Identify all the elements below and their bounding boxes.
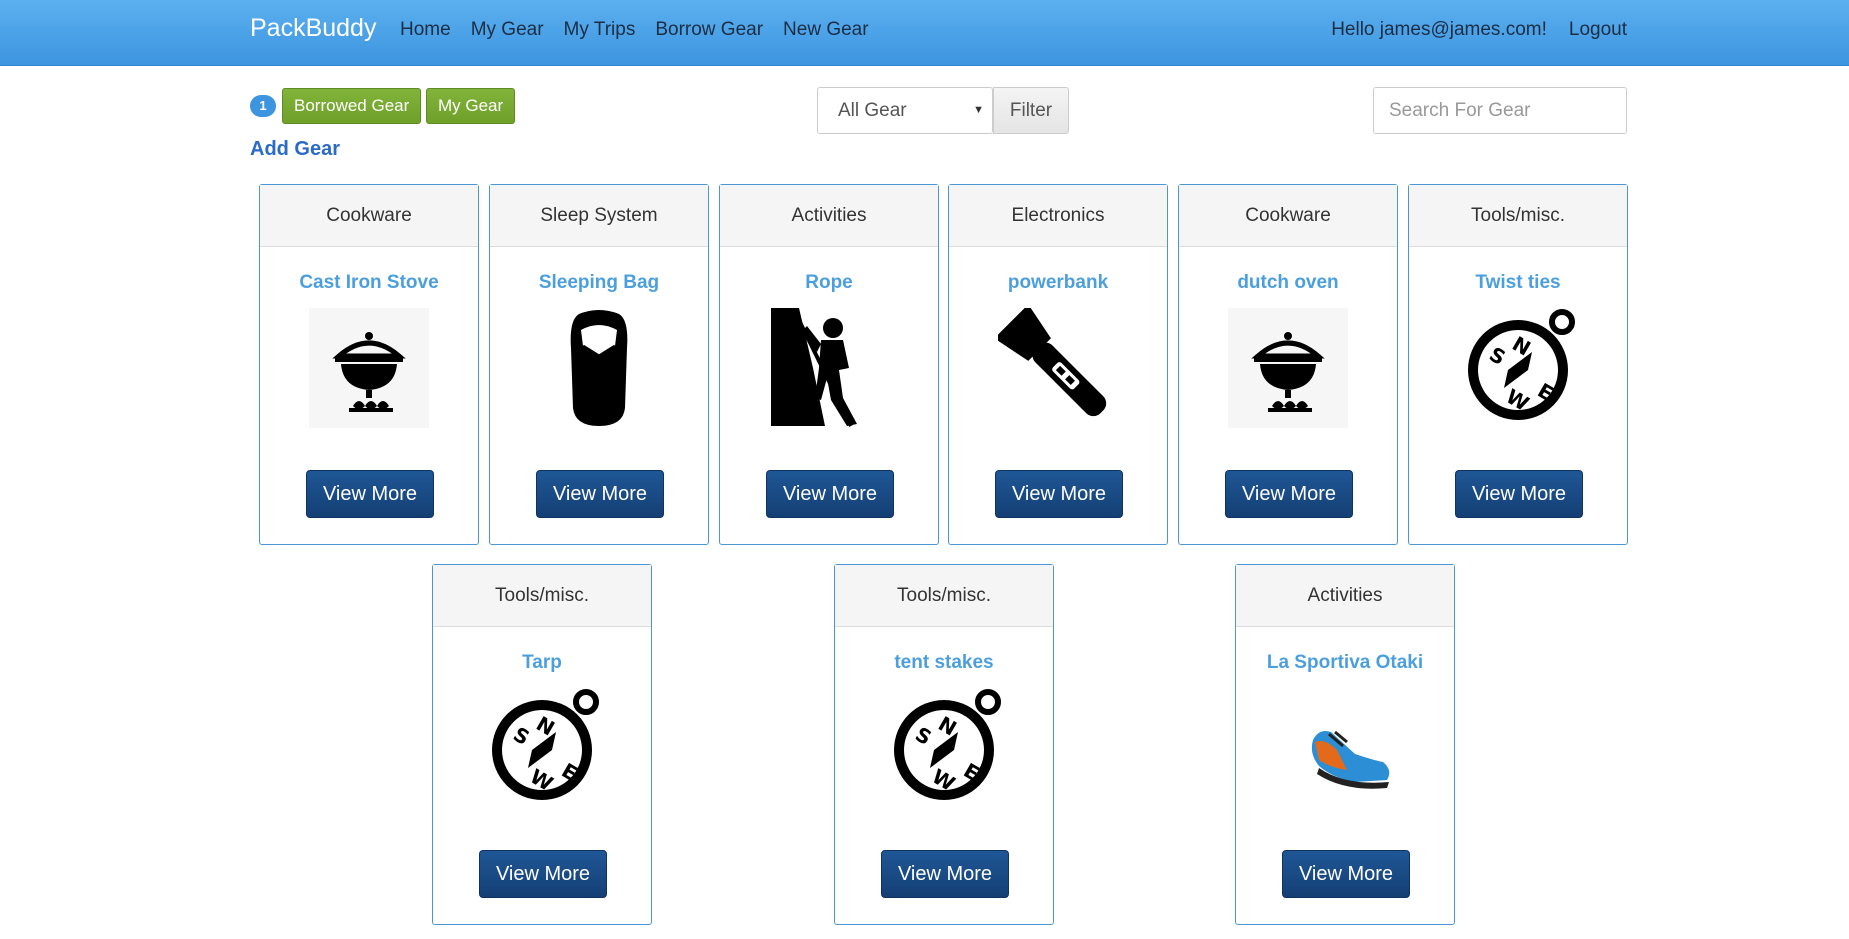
view-more-button[interactable]: View More: [479, 850, 607, 898]
gear-card-title[interactable]: Tarp: [433, 652, 651, 674]
gear-card-category: Tools/misc.: [835, 565, 1053, 627]
nav-my-trips[interactable]: My Trips: [564, 19, 636, 41]
view-more-button[interactable]: View More: [306, 470, 434, 518]
view-more-button[interactable]: View More: [1282, 850, 1410, 898]
gear-card-category: Tools/misc.: [433, 565, 651, 627]
view-more-button[interactable]: View More: [1455, 470, 1583, 518]
my-gear-button[interactable]: My Gear: [426, 88, 516, 124]
category-select-value: All Gear: [838, 100, 907, 121]
gear-card-title[interactable]: Cast Iron Stove: [260, 272, 478, 294]
flashlight-icon: [998, 308, 1118, 428]
gear-card: Tools/misc. tent stakes View More: [834, 564, 1054, 925]
nav-new-gear[interactable]: New Gear: [783, 19, 869, 41]
gear-card-title[interactable]: Twist ties: [1409, 272, 1627, 294]
sleeping-bag-icon: [539, 308, 659, 428]
gear-card: Sleep System Sleeping Bag View More: [489, 184, 709, 545]
nav-home[interactable]: Home: [400, 19, 451, 41]
gear-card-title[interactable]: powerbank: [949, 272, 1167, 294]
gear-card-title[interactable]: tent stakes: [835, 652, 1053, 674]
view-more-button[interactable]: View More: [766, 470, 894, 518]
gear-card-category: Electronics: [949, 185, 1167, 247]
gear-card-title[interactable]: Sleeping Bag: [490, 272, 708, 294]
gear-card: Cookware Cast Iron Stove View More: [259, 184, 479, 545]
gear-card-category: Sleep System: [490, 185, 708, 247]
nav-links: Home My Gear My Trips Borrow Gear New Ge…: [400, 19, 869, 41]
gear-card-category: Activities: [1236, 565, 1454, 627]
gear-card: Tools/misc. Tarp View More: [432, 564, 652, 925]
gear-card-category: Tools/misc.: [1409, 185, 1627, 247]
gear-card-category: Cookware: [1179, 185, 1397, 247]
view-more-button[interactable]: View More: [536, 470, 664, 518]
user-greeting: Hello james@james.com!: [1331, 19, 1547, 40]
gear-card-title[interactable]: dutch oven: [1179, 272, 1397, 294]
compass-icon: [482, 688, 602, 808]
search-input[interactable]: [1373, 87, 1627, 134]
gear-card-title[interactable]: La Sportiva Otaki: [1236, 652, 1454, 674]
view-more-button[interactable]: View More: [995, 470, 1123, 518]
borrowed-gear-button[interactable]: Borrowed Gear: [282, 88, 422, 124]
gear-card: Activities Rope View More: [719, 184, 939, 545]
gear-card-category: Activities: [720, 185, 938, 247]
gear-card: Electronics powerbank View More: [948, 184, 1168, 545]
climbing-shoe-icon: [1285, 688, 1405, 808]
add-gear-link[interactable]: Add Gear: [250, 138, 340, 161]
gear-card-title[interactable]: Rope: [720, 272, 938, 294]
chevron-down-icon: ▼: [973, 104, 984, 116]
nav-my-gear[interactable]: My Gear: [471, 19, 544, 41]
view-more-button[interactable]: View More: [1225, 470, 1353, 518]
logout-link[interactable]: Logout: [1569, 19, 1627, 41]
climber-icon: [769, 308, 889, 428]
compass-icon: [884, 688, 1004, 808]
pot-stove-icon: [309, 308, 429, 428]
gear-card: Tools/misc. Twist ties View More: [1408, 184, 1628, 545]
compass-icon: [1458, 308, 1578, 428]
gear-card: Cookware dutch oven View More: [1178, 184, 1398, 545]
gear-card-category: Cookware: [260, 185, 478, 247]
pot-stove-icon: [1228, 308, 1348, 428]
brand-logo[interactable]: PackBuddy: [250, 14, 376, 43]
navbar: PackBuddy Home My Gear My Trips Borrow G…: [0, 0, 1849, 66]
gear-card: Activities La Sportiva Otaki View More: [1235, 564, 1455, 925]
nav-user-area: Hello james@james.com! Logout: [1331, 19, 1627, 41]
nav-borrow-gear[interactable]: Borrow Gear: [655, 19, 763, 41]
category-select[interactable]: All Gear ▼: [817, 87, 993, 134]
filter-button[interactable]: Filter: [993, 87, 1069, 134]
borrowed-count-badge: 1: [250, 95, 276, 117]
view-more-button[interactable]: View More: [881, 850, 1009, 898]
